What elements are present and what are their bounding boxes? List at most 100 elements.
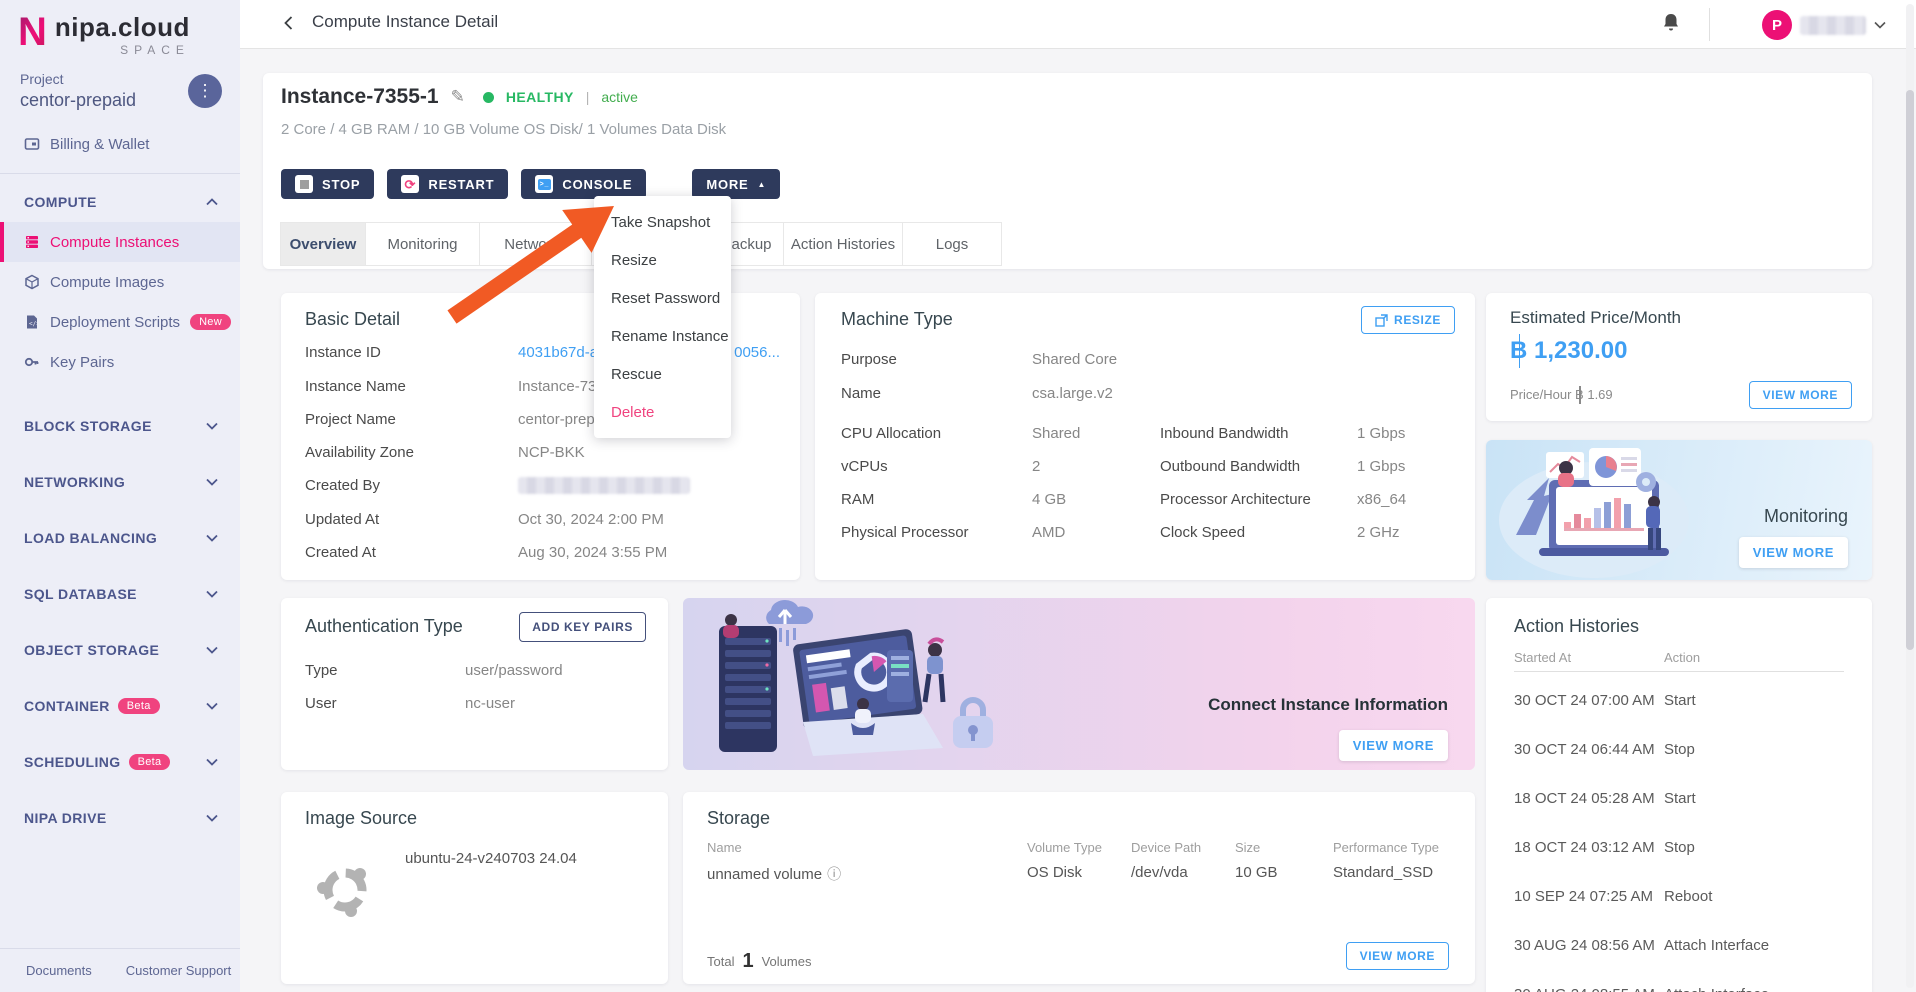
detail-label: Instance ID: [305, 344, 381, 361]
project-name: centor-prepaid: [20, 90, 137, 110]
chevron-down-icon: [206, 702, 218, 710]
menu-item-reset-password[interactable]: Reset Password: [594, 279, 731, 317]
restart-button[interactable]: ⟳ RESTART: [387, 169, 509, 199]
storage-view-more-button[interactable]: VIEW MORE: [1345, 942, 1449, 970]
sidebar-item-compute-instances[interactable]: Compute Instances: [0, 222, 240, 262]
tab-logs[interactable]: Logs: [902, 222, 1002, 266]
sidebar-section-nipa-drive[interactable]: NIPA DRIVE: [0, 790, 240, 846]
detail-label: RAM: [841, 491, 875, 508]
bell-icon: [1664, 13, 1678, 30]
sidebar-item-billing[interactable]: Billing & Wallet: [0, 125, 240, 163]
brand-name: nipa.cloud: [54, 12, 190, 42]
volume-name: unnamed volume ⓘ: [707, 866, 842, 883]
tab-monitoring[interactable]: Monitoring: [365, 222, 480, 266]
notifications-button[interactable]: [1658, 11, 1684, 37]
menu-item-take-snapshot[interactable]: Take Snapshot: [594, 203, 731, 241]
section-label: LOAD BALANCING: [24, 530, 158, 546]
connect-view-more-button[interactable]: VIEW MORE: [1338, 730, 1448, 761]
menu-item-rescue[interactable]: Rescue: [594, 355, 731, 393]
footer-link-documents[interactable]: Documents: [26, 963, 92, 978]
history-started-at: 30 AUG 24 08:56 AM: [1514, 937, 1655, 954]
topbar-divider: [1709, 8, 1710, 41]
add-key-pairs-button[interactable]: ADD KEY PAIRS: [519, 612, 646, 642]
tab-action-histories[interactable]: Action Histories: [783, 222, 903, 266]
chevron-down-icon: [1874, 21, 1886, 29]
menu-item-resize[interactable]: Resize: [594, 241, 731, 279]
column-header-size: Size: [1235, 840, 1261, 855]
back-button[interactable]: [278, 13, 300, 35]
volume-type: OS Disk: [1027, 864, 1083, 881]
sidebar-item-deployment-scripts[interactable]: </> Deployment Scripts New: [0, 302, 240, 342]
connect-illustration: [719, 599, 993, 756]
card-title: Action Histories: [1514, 616, 1640, 636]
created-by-blurred: [518, 477, 690, 494]
sidebar-section-block-storage[interactable]: BLOCK STORAGE: [0, 398, 240, 454]
project-menu-button[interactable]: ⋮: [188, 74, 222, 108]
sidebar-section-load-balancing[interactable]: LOAD BALANCING: [0, 510, 240, 566]
card-title: Image Source: [305, 808, 418, 828]
detail-value: NCP-BKK: [518, 444, 585, 461]
total-value: 1: [742, 950, 754, 972]
estimated-price-card: Estimated Price/Month 1,230.00 Price/Hou…: [1486, 293, 1872, 421]
sidebar-item-label: Compute Instances: [50, 233, 180, 251]
sidebar-section-sql-database[interactable]: SQL DATABASE: [0, 566, 240, 622]
key-icon: [24, 357, 39, 367]
card-title: Estimated Price/Month: [1510, 308, 1682, 327]
sidebar-divider: [0, 173, 240, 174]
detail-label: Created At: [305, 544, 376, 561]
sidebar-section-networking[interactable]: NETWORKING: [0, 454, 240, 510]
section-label: SCHEDULING: [24, 754, 121, 770]
column-header-device-path: Device Path: [1131, 840, 1202, 855]
detail-value: 4 GB: [1032, 491, 1067, 508]
detail-label: Purpose: [841, 351, 897, 368]
total-label: Total: [707, 954, 735, 969]
footer-link-customer-support[interactable]: Customer Support: [126, 963, 232, 978]
table-divider: [1514, 671, 1844, 672]
chevron-down-icon: [206, 534, 218, 542]
scrollbar-thumb[interactable]: [1906, 90, 1914, 650]
detail-value: x86_64: [1357, 491, 1407, 508]
chevron-left-icon: [284, 15, 293, 30]
stop-button[interactable]: STOP: [281, 169, 375, 199]
price-view-more-button[interactable]: VIEW MORE: [1748, 381, 1852, 409]
instance-id-link-tail[interactable]: 0056...: [734, 344, 780, 361]
image-source-card: Image Source ubuntu-24-v240703 24.04: [281, 792, 668, 984]
edit-name-icon[interactable]: ✎: [451, 87, 465, 107]
button-label: VIEW MORE: [1762, 388, 1838, 402]
menu-item-delete[interactable]: Delete: [594, 393, 731, 431]
detail-label: Created By: [305, 477, 381, 494]
sidebar-section-compute[interactable]: COMPUTE: [0, 182, 240, 222]
resize-button[interactable]: RESIZE: [1361, 306, 1455, 334]
page-scrollbar: [1906, 4, 1914, 988]
tab-networks[interactable]: Networks: [479, 222, 592, 266]
sidebar-item-key-pairs[interactable]: Key Pairs: [0, 342, 240, 382]
column-header-started-at: Started At: [1514, 650, 1572, 665]
sidebar-item-compute-images[interactable]: Compute Images: [0, 262, 240, 302]
detail-label: Physical Processor: [841, 524, 969, 541]
beta-badge: Beta: [128, 754, 171, 770]
account-menu[interactable]: P: [1762, 5, 1886, 45]
detail-value: 2 GHz: [1357, 524, 1400, 541]
detail-value: csa.large.v2: [1032, 385, 1113, 402]
resize-icon: [1375, 313, 1388, 327]
sidebar-section-object-storage[interactable]: OBJECT STORAGE: [0, 622, 240, 678]
menu-item-rename-instance[interactable]: Rename Instance: [594, 317, 731, 355]
connect-instance-banner: Connect Instance Information VIEW MORE: [683, 598, 1475, 770]
volume-size: 10 GB: [1235, 864, 1278, 881]
total-unit: Volumes: [761, 954, 812, 969]
sidebar-section-container[interactable]: CONTAINER Beta: [0, 678, 240, 734]
tab-overview[interactable]: Overview: [280, 222, 366, 266]
more-button[interactable]: MORE ▲: [692, 169, 781, 199]
price-amount: 1,230.00: [1510, 334, 1627, 368]
info-icon[interactable]: ⓘ: [827, 866, 841, 882]
console-button[interactable]: >_ CONSOLE: [521, 169, 647, 199]
price-per-hour: Price/Hour 1.69: [1510, 385, 1613, 404]
history-action: Attach Interface: [1664, 937, 1770, 954]
section-label: SQL DATABASE: [24, 586, 137, 602]
new-badge: New: [190, 314, 231, 330]
monitoring-view-more-button[interactable]: VIEW MORE: [1738, 537, 1848, 568]
performance-type: Standard_SSD: [1333, 864, 1434, 881]
detail-value: Aug 30, 2024 3:55 PM: [518, 544, 668, 561]
sidebar-section-scheduling[interactable]: SCHEDULING Beta: [0, 734, 240, 790]
detail-value: AMD: [1032, 524, 1066, 541]
